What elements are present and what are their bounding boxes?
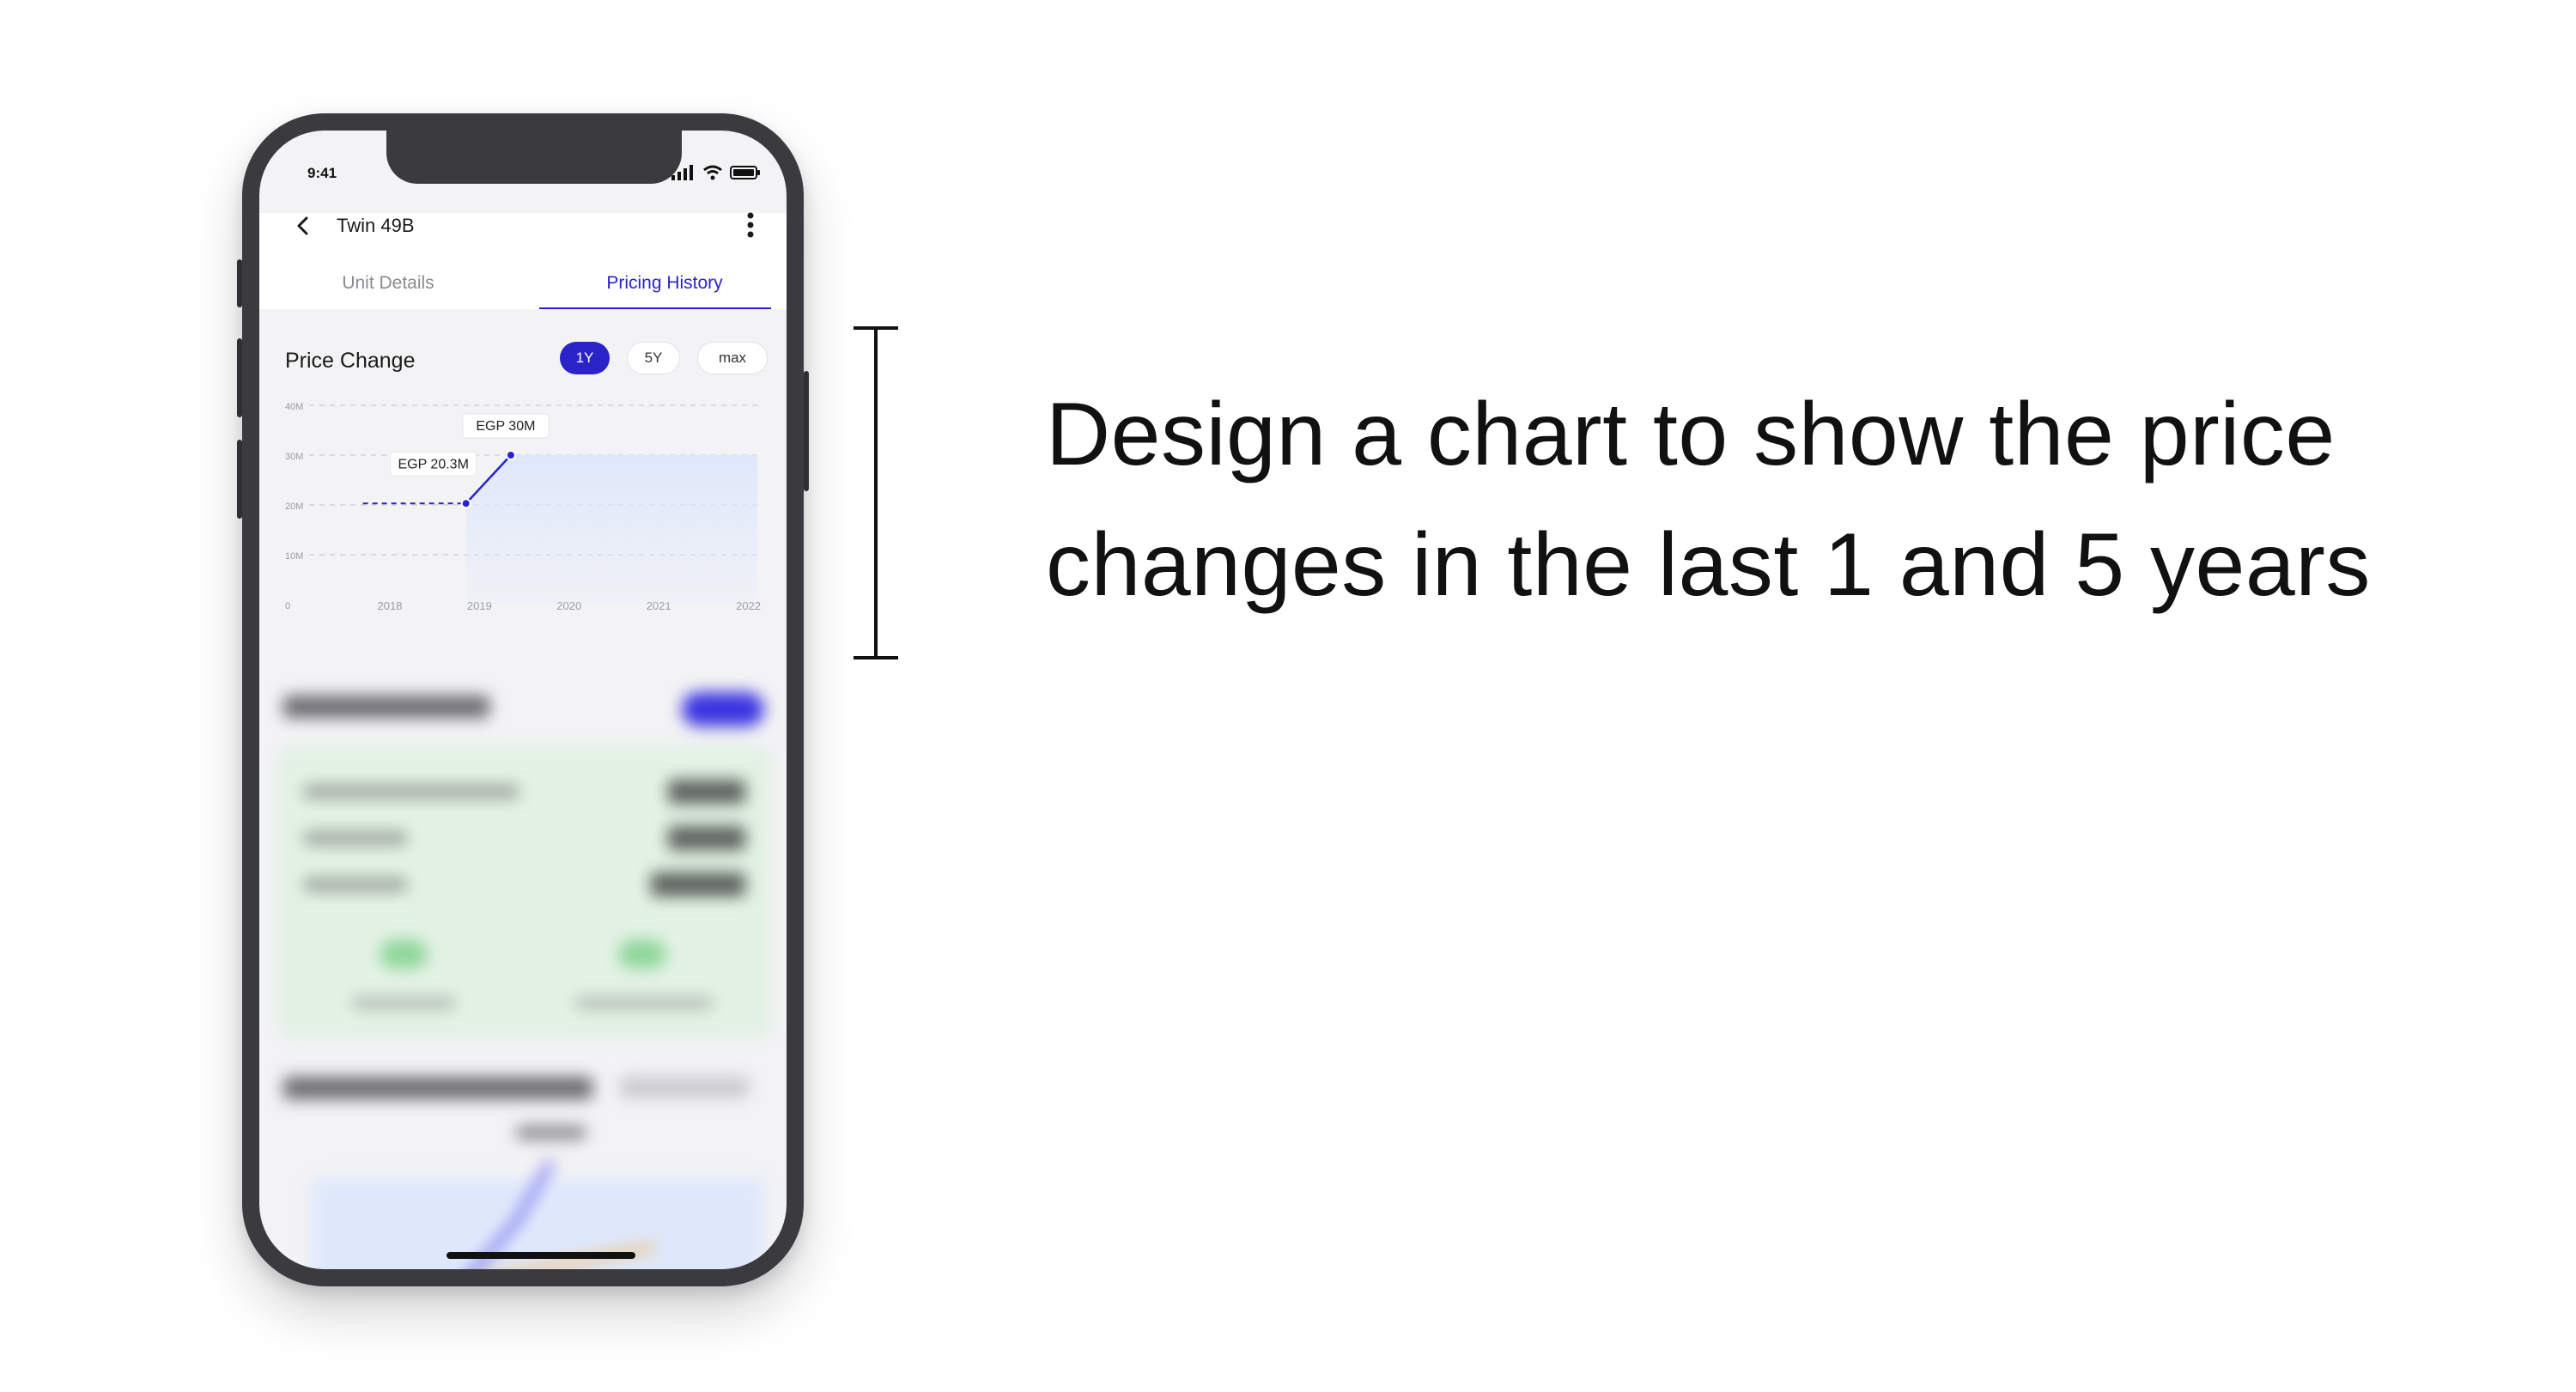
page-title: Twin 49B [337,215,415,236]
wifi-icon [703,165,722,180]
headline-line-1: Design a chart to show the price [1046,385,2336,484]
battery-icon [730,166,760,179]
volume-up-button [237,338,242,417]
y-tick-label: 40M [285,402,303,412]
annotation-label: EGP 20.3M [398,457,468,471]
headline-line-2: changes in the last 1 and 5 years [1046,515,2371,615]
power-button [804,371,809,491]
blurred-lower-content [259,680,787,1269]
home-indicator [447,1252,635,1259]
price-area [465,455,757,605]
y-tick-label: 10M [285,551,303,562]
blurred-chart-lines [472,1127,655,1269]
headline: Design a chart to show the price changes… [1046,369,2506,630]
volume-down-button [237,440,242,519]
more-vertical-icon[interactable] [745,211,756,239]
y-tick-label: 20M [285,501,303,512]
silent-switch [237,259,242,307]
status-time: 9:41 [307,165,337,181]
notch [386,131,682,184]
y-tick-label: 30M [285,452,303,462]
phone-mockup: 9:41 Twin 49B Unit Details Pricing Histo… [237,113,809,1286]
price-point [460,498,471,509]
price-change-card: Price Change 1Y 5Y max 0 10M 20M 30M 40M 2018… [259,309,787,644]
tab-pricing-history[interactable]: Pricing History [536,273,787,294]
price-change-chart: 010M20M30M40M2018 2019 2020 2021 2022EGP 20.… [285,402,761,612]
phone-screen: 9:41 Twin 49B Unit Details Pricing Histo… [259,131,787,1269]
status-icons [671,165,761,180]
price-point [505,450,516,460]
x-tick-label: 2018 [377,599,402,612]
y-tick-label: 0 [285,601,290,611]
back-arrow-icon[interactable] [292,215,314,237]
annotation-label: EGP 30M [476,419,535,434]
tab-unit-details[interactable]: Unit Details [259,273,517,294]
height-bracket [854,326,898,660]
